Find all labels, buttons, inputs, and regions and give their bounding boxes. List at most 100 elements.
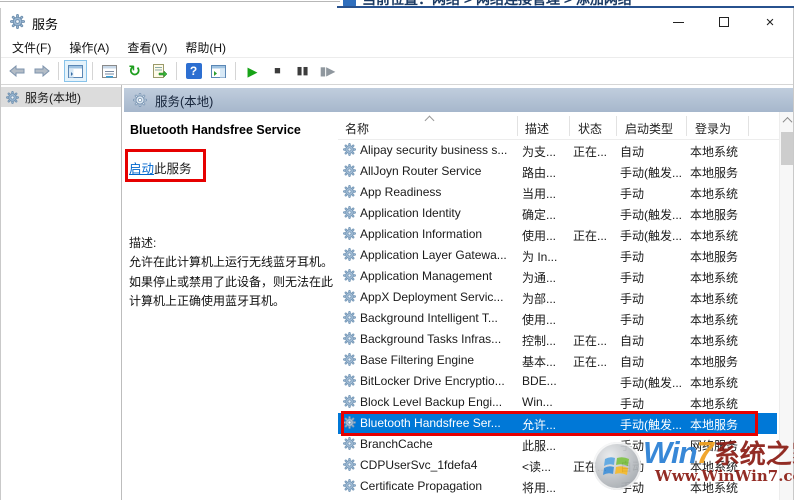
service-row[interactable]: Application Information 使用... 正在... 手动(触…: [338, 224, 777, 245]
service-startup-type: 手动(触发...: [620, 376, 682, 390]
service-startup-type: 手动: [620, 271, 645, 285]
service-row[interactable]: AppX Deployment Servic... 为部... 手动 本地系统: [338, 287, 777, 308]
scrollbar-up-arrow[interactable]: [780, 112, 794, 128]
column-header-startup[interactable]: 启动类型: [625, 120, 673, 137]
service-name: AppX Deployment Servic...: [360, 290, 504, 304]
service-gear-icon: [343, 290, 356, 303]
column-separator[interactable]: [616, 116, 617, 136]
show-console-tree-button[interactable]: [64, 60, 87, 82]
column-separator[interactable]: [517, 116, 518, 136]
service-row[interactable]: Alipay security business s... 为支... 正在..…: [338, 140, 777, 161]
service-name: Bluetooth Handsfree Ser...: [360, 416, 501, 430]
service-logon-as: 本地系统: [690, 229, 739, 243]
service-row[interactable]: CDPUserSvc_1fdefa4 <读... 正在... 自动 本地系统: [338, 455, 777, 476]
vertical-scrollbar[interactable]: [779, 112, 793, 500]
column-separator[interactable]: [569, 116, 570, 136]
service-description: 允许...: [522, 418, 557, 432]
service-gear-icon: [343, 206, 356, 219]
service-row[interactable]: BranchCache 此服... 手动 网络服务: [338, 434, 777, 455]
annotation-red-box-start-link: [125, 149, 206, 182]
scrollbar-thumb[interactable]: [781, 132, 793, 165]
refresh-button[interactable]: ↻: [123, 60, 146, 82]
service-logon-as: 本地服务: [690, 418, 739, 432]
service-row[interactable]: App Readiness 当用... 手动 本地系统: [338, 182, 777, 203]
menu-bar: 文件(F) 操作(A) 查看(V) 帮助(H): [1, 36, 793, 58]
service-row[interactable]: BitLocker Drive Encryptio... BDE... 手动(触…: [338, 371, 777, 392]
column-header-logon[interactable]: 登录为: [695, 120, 731, 137]
menu-help[interactable]: 帮助(H): [176, 37, 235, 58]
service-startup-type: 手动: [620, 313, 645, 327]
service-status: 正在...: [573, 334, 608, 348]
titlebar: 服务 ×: [1, 8, 793, 36]
service-name: Base Filtering Engine: [360, 353, 475, 367]
service-row[interactable]: Application Layer Gatewa... 为 In... 手动 本…: [338, 245, 777, 266]
service-startup-type: 手动(触发...: [620, 418, 682, 432]
pause-service-button[interactable]: ▮▮: [291, 60, 314, 82]
column-header-status[interactable]: 状态: [578, 120, 602, 137]
forward-button[interactable]: [30, 60, 53, 82]
close-button[interactable]: ×: [747, 8, 793, 36]
column-separator[interactable]: [748, 116, 749, 136]
refresh-icon: ↻: [128, 62, 141, 80]
service-description: <读...: [522, 460, 552, 474]
back-button[interactable]: [5, 60, 28, 82]
service-row[interactable]: Application Identity 确定... 手动(触发... 本地服务: [338, 203, 777, 224]
service-gear-icon: [343, 164, 356, 177]
restart-service-button[interactable]: ▮▶: [316, 60, 339, 82]
service-gear-icon: [343, 353, 356, 366]
window-title: 服务: [32, 17, 59, 32]
tree-item-services-local[interactable]: 服务(本地): [1, 87, 121, 107]
service-row[interactable]: AllJoyn Router Service 路由... 手动(触发... 本地…: [338, 161, 777, 182]
service-row[interactable]: Base Filtering Engine 基本... 正在... 自动 本地服…: [338, 350, 777, 371]
service-row[interactable]: Background Intelligent T... 使用... 手动 本地系…: [338, 308, 777, 329]
column-header-name[interactable]: 名称: [345, 120, 369, 137]
service-gear-icon: [343, 248, 356, 261]
window-top-border: [0, 1, 340, 2]
column-separator[interactable]: [686, 116, 687, 136]
export-list-button[interactable]: [148, 60, 171, 82]
service-gear-icon: [343, 416, 356, 429]
menu-view[interactable]: 查看(V): [118, 37, 176, 58]
service-startup-type: 手动: [620, 481, 645, 495]
export-list-icon: [153, 64, 167, 78]
service-row[interactable]: Bluetooth Handsfree Ser... 允许... 手动(触发..…: [338, 413, 777, 434]
show-action-pane-button[interactable]: [207, 60, 230, 82]
service-startup-type: 手动(触发...: [620, 229, 682, 243]
service-row[interactable]: Block Level Backup Engi... Win... 手动 本地系…: [338, 392, 777, 413]
service-startup-type: 手动: [620, 397, 645, 411]
service-gear-icon: [343, 143, 356, 156]
start-service-button[interactable]: ▶: [241, 60, 264, 82]
help-button[interactable]: ?: [182, 60, 205, 82]
service-logon-as: 本地系统: [690, 145, 739, 159]
services-pane: 服务(本地) Bluetooth Handsfree Service 启动此服务…: [124, 85, 793, 500]
maximize-button[interactable]: [701, 8, 747, 36]
service-startup-type: 手动: [620, 439, 645, 453]
service-logon-as: 本地系统: [690, 397, 739, 411]
service-name: AllJoyn Router Service: [360, 164, 482, 178]
service-gear-icon: [343, 185, 356, 198]
minimize-button[interactable]: [655, 8, 701, 36]
service-startup-type: 手动: [620, 292, 645, 306]
console-tree-icon: [68, 64, 83, 78]
service-row[interactable]: Certificate Propagation 将用... 手动 本地系统: [338, 476, 777, 497]
properties-button[interactable]: [98, 60, 121, 82]
service-startup-type: 手动: [620, 250, 645, 264]
pause-icon: ▮▮: [296, 64, 309, 77]
service-startup-type: 自动: [620, 460, 645, 474]
service-gear-icon: [343, 269, 356, 282]
service-logon-as: 本地系统: [690, 271, 739, 285]
selected-service-title: Bluetooth Handsfree Service: [130, 123, 301, 137]
description-text: 允许在此计算机上运行无线蓝牙耳机。如果停止或禁用了此设备，则无法在此计算机上正确…: [129, 255, 334, 308]
service-row[interactable]: Application Management 为通... 手动 本地系统: [338, 266, 777, 287]
service-startup-type: 自动: [620, 334, 645, 348]
toolbar-separator: [58, 62, 59, 80]
sort-ascending-icon: [426, 115, 433, 122]
menu-file[interactable]: 文件(F): [3, 37, 60, 58]
service-description: 此服...: [522, 439, 557, 453]
service-row[interactable]: Background Tasks Infras... 控制... 正在... 自…: [338, 329, 777, 350]
service-name: BranchCache: [360, 437, 433, 451]
column-header-description[interactable]: 描述: [525, 120, 549, 137]
menu-action[interactable]: 操作(A): [60, 37, 118, 58]
stop-service-button[interactable]: ■: [266, 60, 289, 82]
service-name: Certificate Propagation: [360, 479, 483, 493]
